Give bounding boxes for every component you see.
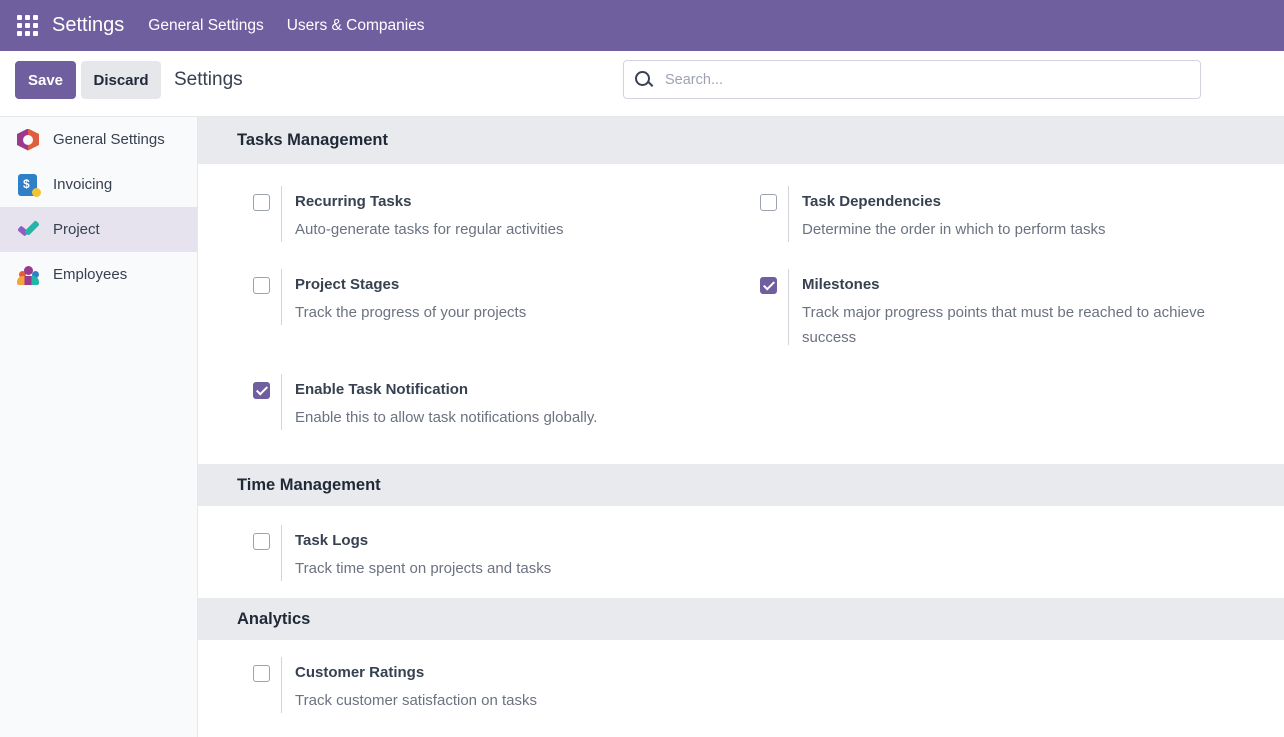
project-icon [17,219,39,241]
milestones-checkbox[interactable] [760,277,777,294]
settings-sidebar: General Settings Invoicing Project Emplo… [0,117,198,737]
setting-divider [281,374,282,430]
discard-button[interactable]: Discard [81,61,161,99]
setting-title: Recurring Tasks [295,193,412,210]
nav-brand[interactable]: Settings [52,14,124,37]
setting-description: Track time spent on projects and tasks [295,560,552,577]
sidebar-item-label: General Settings [53,131,165,148]
section-header-tasks-management: Tasks Management [198,117,1284,164]
search-input[interactable] [665,71,1165,88]
top-navbar: Settings General Settings Users & Compan… [0,0,1284,51]
general-settings-icon [17,128,39,151]
nav-general-settings[interactable]: General Settings [148,17,263,35]
setting-divider [281,269,282,325]
nav-users-companies[interactable]: Users & Companies [287,17,425,35]
sidebar-item-invoicing[interactable]: Invoicing [0,162,197,207]
task-notification-checkbox[interactable] [253,382,270,399]
setting-description: Auto-generate tasks for regular activiti… [295,221,564,238]
employees-icon [17,264,39,286]
setting-divider [281,186,282,242]
section-header-analytics: Analytics [198,598,1284,640]
setting-divider [281,525,282,581]
apps-grid-icon[interactable] [17,15,38,36]
sidebar-item-label: Invoicing [53,176,113,193]
setting-divider [788,269,789,345]
sidebar-item-project[interactable]: Project [0,207,197,252]
setting-description: Determine the order in which to perform … [802,221,1106,238]
setting-divider [281,657,282,713]
customer-ratings-checkbox[interactable] [253,665,270,682]
setting-title: Enable Task Notification [295,381,469,398]
sidebar-item-general-settings[interactable]: General Settings [0,117,197,162]
control-panel: Save Discard Settings [0,51,1284,117]
setting-description: Track major progress points that must be… [802,304,1205,346]
invoicing-icon [18,173,41,197]
search-icon [635,70,653,89]
breadcrumb: Settings [174,69,243,90]
setting-title: Task Dependencies [802,193,941,210]
task-dependencies-checkbox[interactable] [760,194,777,211]
search-box[interactable] [623,60,1201,99]
setting-title: Customer Ratings [295,664,425,681]
section-header-time-management: Time Management [198,464,1284,506]
settings-main: Tasks Management Recurring Tasks Auto-ge… [198,117,1284,737]
setting-description: Track customer satisfaction on tasks [295,692,538,709]
task-logs-checkbox[interactable] [253,533,270,550]
sidebar-item-employees[interactable]: Employees [0,252,197,297]
setting-title: Task Logs [295,532,369,549]
recurring-tasks-checkbox[interactable] [253,194,270,211]
setting-title: Milestones [802,276,880,293]
save-button[interactable]: Save [15,61,76,99]
sidebar-item-label: Project [53,221,100,238]
sidebar-item-label: Employees [53,266,128,283]
project-stages-checkbox[interactable] [253,277,270,294]
setting-description: Track the progress of your projects [295,304,527,321]
setting-divider [788,186,789,242]
setting-description: Enable this to allow task notifications … [295,409,598,426]
setting-title: Project Stages [295,276,400,293]
